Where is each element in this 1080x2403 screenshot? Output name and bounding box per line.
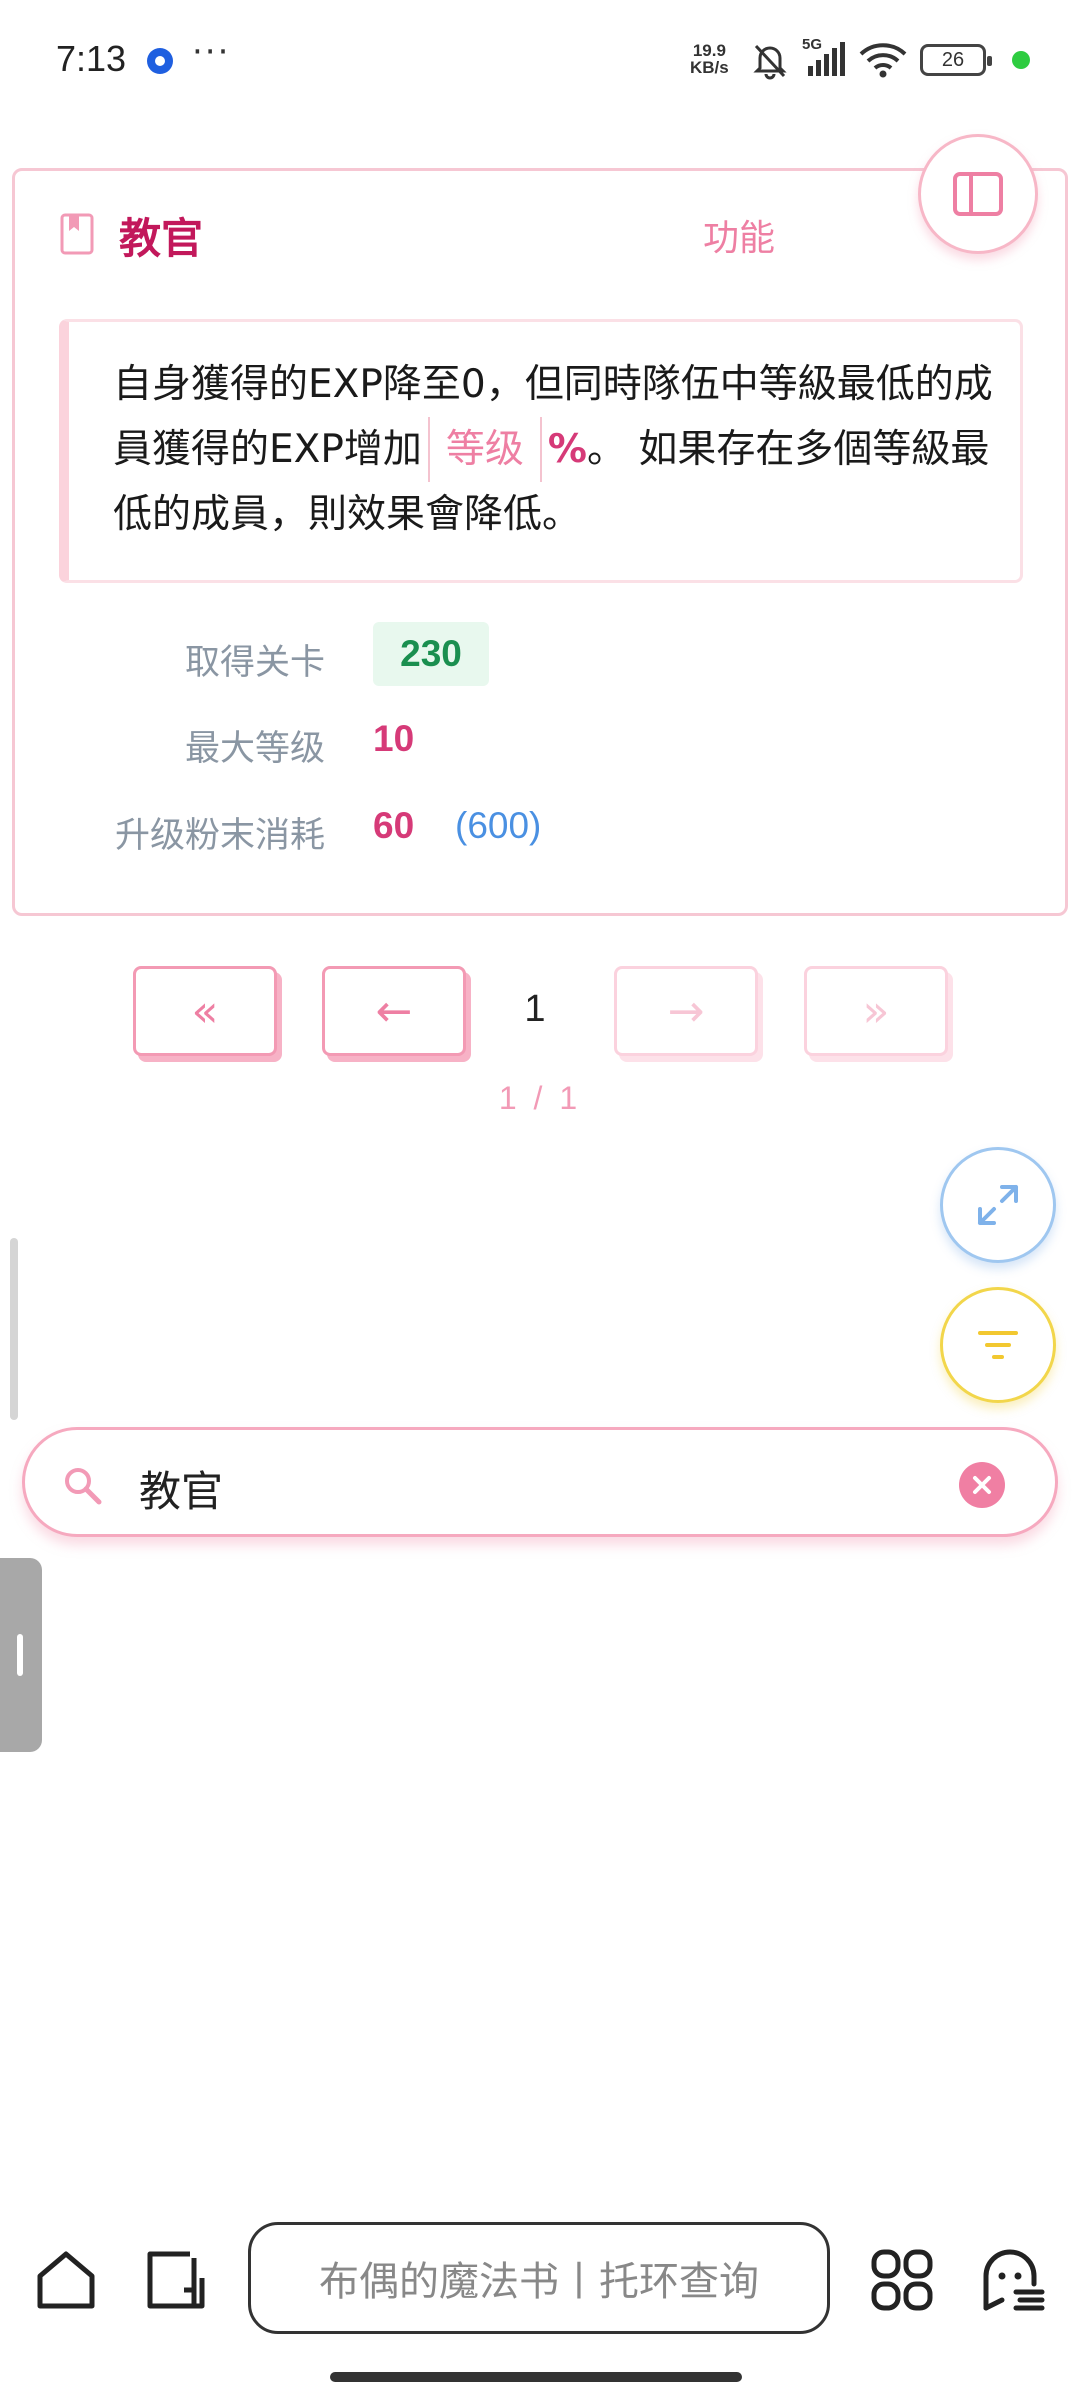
status-bar: 7:13 ··· 19.9 KB/s 5G 26 xyxy=(0,0,1080,120)
net-speed: 19.9 KB/s xyxy=(690,42,729,76)
stat-row-stage: 取得关卡 230 xyxy=(15,622,1015,686)
upgrade-cost-label: 升级粉末消耗 xyxy=(114,816,325,856)
app-circle-icon xyxy=(147,48,173,74)
search-bar[interactable]: 教官 xyxy=(22,1427,1058,1537)
prev-page-button[interactable]: ← xyxy=(322,966,466,1056)
ghost-menu-icon[interactable] xyxy=(980,2248,1046,2312)
side-drawer-handle[interactable] xyxy=(0,1558,42,1752)
expand-button[interactable] xyxy=(940,1147,1056,1263)
net-speed-value: 19.9 xyxy=(692,41,726,60)
filter-button[interactable] xyxy=(940,1287,1056,1403)
skill-card: 教官 功能 自身獲得的EXP降至0，但同時隊伍中等級最低的成員獲得的EXP增加等… xyxy=(12,168,1068,916)
tabs-icon[interactable] xyxy=(144,2248,208,2312)
page-info: 1 / 1 xyxy=(498,1080,582,1116)
upgrade-cost-value: 60 xyxy=(373,805,415,846)
address-bar[interactable]: 布偶的魔法书丨托环查询 xyxy=(248,2222,830,2334)
bookmark-icon xyxy=(60,213,94,255)
max-level-label: 最大等级 xyxy=(184,729,325,769)
battery-level: 26 xyxy=(941,48,965,71)
status-time: 7:13 xyxy=(56,38,127,79)
sidebar-toggle-button[interactable] xyxy=(918,134,1038,254)
status-icons: 5G 26 xyxy=(750,36,1030,82)
stat-row-upgrade: 升级粉末消耗 60 (600) xyxy=(15,799,1015,859)
description-text: 自身獲得的EXP降至0，但同時隊伍中等級最低的成員獲得的EXP增加 等级%。 如果… xyxy=(113,352,993,547)
wifi-icon xyxy=(859,43,907,78)
search-input[interactable]: 教官 xyxy=(139,1458,223,1519)
level-variable-chip: 等级 xyxy=(427,417,542,482)
last-page-button[interactable]: » xyxy=(804,966,948,1056)
battery-icon: 26 xyxy=(920,44,992,76)
clear-search-icon[interactable] xyxy=(959,1462,1005,1508)
gesture-home-indicator[interactable] xyxy=(330,2372,742,2382)
max-level-value: 10 xyxy=(373,718,415,759)
signal-icon: 5G xyxy=(802,36,846,80)
upgrade-cost-total: (600) xyxy=(455,805,542,846)
expand-icon xyxy=(978,1185,1018,1225)
stage-label: 取得关卡 xyxy=(184,643,325,683)
filter-icon xyxy=(978,1331,1018,1359)
stat-row-max-level: 最大等级 10 xyxy=(15,712,1015,772)
card-title: 教官 xyxy=(119,214,204,263)
search-icon xyxy=(65,1468,102,1505)
next-page-button[interactable]: → xyxy=(614,966,758,1056)
current-page: 1 xyxy=(524,988,546,1030)
first-page-button[interactable]: « xyxy=(133,966,277,1056)
percent-sign: % xyxy=(547,427,587,472)
sidebar-panel-icon xyxy=(953,172,1003,216)
status-more-icon: ··· xyxy=(192,32,231,72)
description-box: 自身獲得的EXP降至0，但同時隊伍中等級最低的成員獲得的EXP增加 等级%。 如果… xyxy=(59,319,1023,583)
browser-bottom-bar: 布偶的魔法书丨托环查询 xyxy=(0,2200,1080,2360)
apps-icon[interactable] xyxy=(870,2248,934,2312)
home-icon[interactable] xyxy=(34,2248,98,2312)
stage-value: 230 xyxy=(373,622,489,686)
bell-off-icon xyxy=(753,44,787,80)
scrollbar[interactable] xyxy=(10,1238,18,1420)
net-speed-unit: KB/s xyxy=(690,58,729,77)
function-link[interactable]: 功能 xyxy=(703,209,775,261)
privacy-indicator-dot xyxy=(1012,51,1030,69)
